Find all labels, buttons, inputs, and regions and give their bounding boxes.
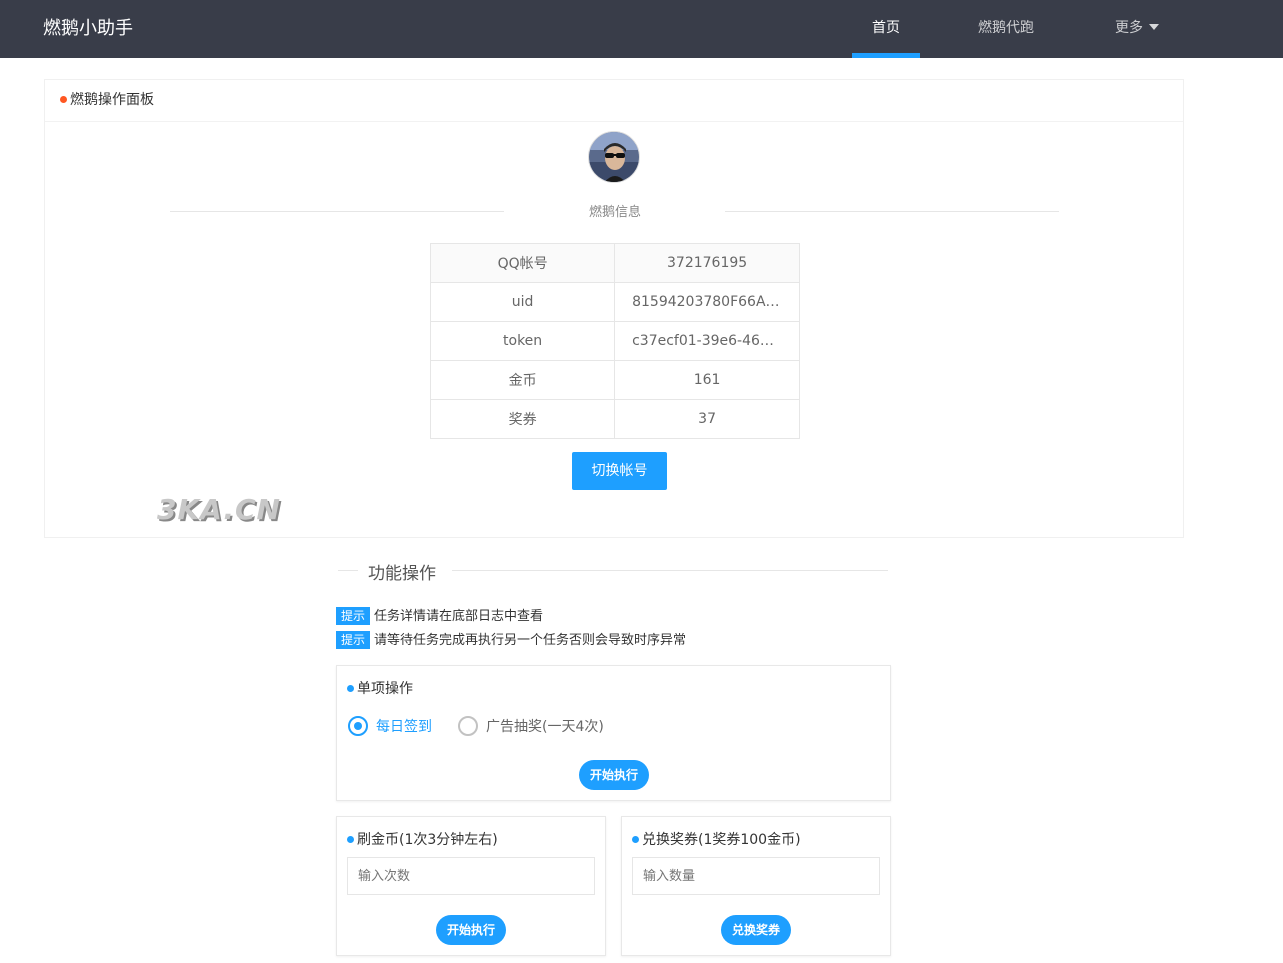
card-title: 刷金币(1次3分钟左右) — [347, 829, 498, 849]
nav-active-indicator — [852, 53, 920, 58]
features-divider-left — [338, 570, 358, 571]
table-value: 161 — [614, 360, 800, 400]
tip-tag: 提示 — [336, 607, 371, 625]
divider-right — [725, 211, 1059, 212]
table-value: c37ecf01-39e6-4644-... — [614, 321, 800, 361]
coins-value: 161 — [693, 372, 721, 388]
table-value: 81594203780F66A33... — [614, 282, 800, 322]
radio-unchecked-icon — [458, 716, 478, 736]
radio-label: 每日签到 — [376, 719, 432, 735]
info-section-title: 燃鹅信息 — [588, 205, 641, 220]
nav-proxy-run-label: 燃鹅代跑 — [978, 20, 1034, 36]
watermark-logo: 3KA.CN — [157, 493, 281, 526]
nav-home[interactable]: 首页 — [852, 0, 920, 58]
nav-home-label: 首页 — [872, 20, 900, 36]
orange-dot-icon — [60, 95, 67, 103]
table-row: uid 81594203780F66A33... — [429, 282, 800, 322]
avatar — [588, 131, 640, 183]
tip-tag: 提示 — [336, 631, 371, 649]
single-operation-title: 单项操作 — [357, 681, 413, 697]
radio-checked-icon — [348, 716, 368, 736]
coins-count-input[interactable] — [347, 857, 595, 895]
blue-dot-icon — [347, 835, 354, 843]
exchange-card-title: 兑换奖券(1奖券100金币) — [642, 832, 801, 848]
card-title: 单项操作 — [347, 678, 413, 698]
tip-text: 任务详情请在底部日志中查看 — [374, 609, 544, 624]
card-title: 兑换奖券(1奖券100金币) — [632, 829, 801, 849]
qq-account-value: 372176195 — [667, 255, 748, 271]
exchange-amount-input[interactable] — [632, 857, 880, 895]
table-key: uid — [429, 282, 616, 322]
radio-label: 广告抽奖(一天4次) — [486, 719, 604, 735]
blue-dot-icon — [632, 835, 639, 843]
table-key: token — [429, 321, 616, 361]
operation-panel: 燃鹅操作面板 燃鹅信息 QQ帐号 372176195 uid 815942037… — [44, 79, 1184, 538]
caret-down-icon — [1149, 24, 1159, 30]
brand-title[interactable]: 燃鹅小助手 — [43, 14, 133, 40]
account-info-table: QQ帐号 372176195 uid 81594203780F66A33... … — [429, 243, 800, 439]
single-operation-card: 单项操作 每日签到 广告抽奖(一天4次) 开始执行 — [336, 665, 891, 801]
exchange-card: 兑换奖券(1奖券100金币) 兑换奖券 — [621, 816, 891, 956]
table-row: token c37ecf01-39e6-4644-... — [429, 321, 800, 361]
radio-ad-lottery[interactable]: 广告抽奖(一天4次) — [458, 716, 604, 737]
table-row: QQ帐号 372176195 — [429, 243, 800, 283]
uid-value: 81594203780F66A33... — [632, 294, 783, 310]
exchange-voucher-button[interactable]: 兑换奖券 — [721, 915, 791, 945]
features-title: 功能操作 — [368, 564, 436, 584]
tip-text: 请等待任务完成再执行另一个任务否则会导致时序异常 — [374, 633, 687, 648]
panel-header: 燃鹅操作面板 — [45, 80, 1183, 122]
vouchers-value: 37 — [698, 411, 716, 427]
table-key: QQ帐号 — [429, 243, 616, 283]
table-value: 37 — [614, 399, 800, 439]
switch-account-button[interactable]: 切换帐号 — [572, 452, 667, 490]
token-value: c37ecf01-39e6-4644-... — [632, 333, 783, 349]
user-photo-icon — [589, 132, 639, 182]
table-key: 奖券 — [429, 399, 616, 439]
divider-left — [170, 211, 504, 212]
nav-proxy-run[interactable]: 燃鹅代跑 — [978, 0, 1034, 58]
single-start-button[interactable]: 开始执行 — [579, 760, 649, 790]
blue-dot-icon — [347, 684, 354, 692]
table-row: 奖券 37 — [429, 399, 800, 439]
tip-line-1: 提示 任务详情请在底部日志中查看 — [336, 605, 543, 625]
radio-daily-checkin[interactable]: 每日签到 — [348, 716, 432, 737]
top-navbar: 燃鹅小助手 首页 燃鹅代跑 更多 — [0, 0, 1283, 58]
features-divider-right — [452, 570, 888, 571]
coins-card-title: 刷金币(1次3分钟左右) — [357, 832, 498, 848]
table-row: 金币 161 — [429, 360, 800, 400]
coins-start-button[interactable]: 开始执行 — [436, 915, 506, 945]
coins-card: 刷金币(1次3分钟左右) 开始执行 — [336, 816, 606, 956]
nav-more-label: 更多 — [1115, 20, 1143, 36]
panel-title: 燃鹅操作面板 — [70, 92, 154, 108]
tip-line-2: 提示 请等待任务完成再执行另一个任务否则会导致时序异常 — [336, 629, 686, 649]
table-value: 372176195 — [614, 243, 800, 283]
nav-more-dropdown[interactable]: 更多 — [1115, 0, 1159, 58]
table-key: 金币 — [429, 360, 616, 400]
